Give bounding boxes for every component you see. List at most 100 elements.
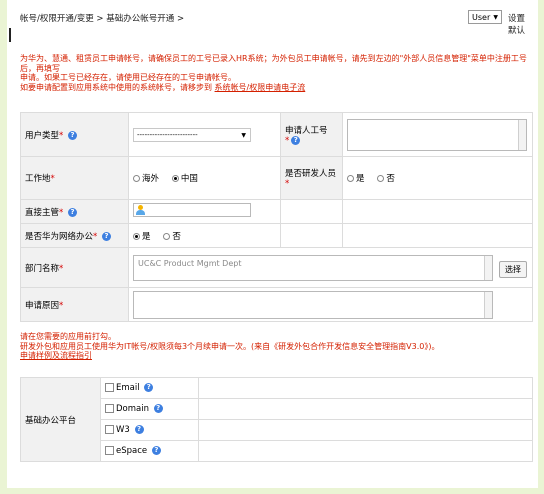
chevron-down-icon: ▼ [493,14,498,21]
applicant-cell [342,112,533,157]
checkbox[interactable] [105,383,114,392]
workplace-china-option[interactable]: 中国 [171,172,198,184]
rnd-no-label: 否 [386,174,395,184]
department-cell: UC&C Product Mgmt Dept 选择 [128,247,533,288]
select-department-button[interactable]: 选择 [499,260,527,278]
application-guide-link[interactable]: 申请样例及流程指引 [20,351,532,361]
right-frame-border [538,0,544,494]
empty-cell [198,440,533,462]
application-notice: 为华为、慧通、租赁员工申请帐号，请确保员工的工号已录入HR系统；为外包员工申请帐… [20,54,532,92]
radio-button[interactable] [163,232,171,240]
reason-label: 申请原因 [25,300,60,311]
applicant-id-scrollbar[interactable] [518,119,526,150]
empty-cell [198,419,533,441]
help-icon[interactable]: ? [101,231,111,241]
help-icon[interactable]: ? [67,207,77,217]
empty-cell [198,377,533,399]
radio-button[interactable] [377,175,385,182]
platform-label: 基础办公平台 [25,415,77,426]
remote-label: 是否华为网络办公 [25,231,94,242]
rnd-cell: 是 否 [342,156,533,200]
notice-line-3-prefix: 如要申请配置到应用系统中使用的系统帐号，请移步到 [20,82,212,92]
radio-button-checked[interactable] [133,232,140,240]
set-default-link[interactable]: 设置默认 [508,12,532,36]
checkbox[interactable] [105,404,114,413]
person-icon[interactable] [136,205,145,215]
reason-scrollbar[interactable] [484,291,492,318]
email-option[interactable]: Email ? [100,377,199,399]
checkbox[interactable] [105,446,114,455]
help-icon[interactable]: ? [134,425,144,434]
user-role-select[interactable]: User ▼ [468,10,502,24]
radio-button[interactable] [133,175,140,182]
required-mark: * [59,130,64,141]
radio-button-checked[interactable] [171,175,179,182]
help-icon[interactable]: ? [151,446,161,455]
applicant-label-cell: 申请人工号 *? [280,112,343,157]
supervisor-input[interactable] [133,203,251,217]
help-icon[interactable]: ? [67,130,77,140]
user-type-value: ------------------------ [137,130,198,139]
bottom-frame-border [0,488,544,494]
user-type-cell: ------------------------ ▼ [128,112,281,157]
notice-line-2: 申请。如果工号已经存在，请使用已经存在的工号申请帐号。 [20,73,236,82]
user-type-select[interactable]: ------------------------ ▼ [133,127,251,142]
empty-cell [198,398,533,420]
department-scrollbar[interactable] [484,255,492,280]
supervisor-label-cell: 直接主管* ? [20,199,129,224]
required-mark: * [285,179,290,189]
checkbox[interactable] [105,425,114,434]
system-account-link[interactable]: 系统帐号/权限申请电子流 [215,83,306,92]
radio-button[interactable] [347,175,354,182]
help-icon[interactable]: ? [291,135,301,145]
supervisor-cell [128,199,281,224]
domain-label: Domain [116,404,149,414]
rnd-yes-option[interactable]: 是 [347,172,365,184]
rnd-yes-label: 是 [356,174,365,184]
supervisor-label: 直接主管 [25,207,60,218]
required-mark: * [59,263,64,274]
applicant-id-input[interactable] [347,118,527,151]
help-icon[interactable]: ? [153,404,163,413]
email-label: Email [116,383,140,393]
workplace-china-label: 中国 [180,174,198,184]
platform-notes: 请在您需要的应用前打勾。 研发外包和应用员工使用华为IT帐号/权限须每3个月续申… [20,332,532,361]
empty-cell [280,223,343,248]
rnd-label: 是否研发人员 [285,169,337,179]
user-role-value: User [472,13,491,22]
w3-label: W3 [116,425,130,435]
workplace-overseas-label: 海外 [142,174,160,184]
applicant-label: 申请人工号 [285,125,328,136]
left-frame-border [0,0,7,494]
espace-label: eSpace [116,446,148,456]
workplace-label-cell: 工作地* [20,156,129,200]
notice-line-1: 为华为、慧通、租赁员工申请帐号，请确保员工的工号已录入HR系统；为外包员工申请帐… [20,54,527,73]
remote-no-option[interactable]: 否 [163,230,181,242]
workplace-overseas-option[interactable]: 海外 [133,172,159,184]
remote-yes-label: 是 [142,231,151,242]
required-mark: * [59,207,64,218]
reason-label-cell: 申请原因* [20,287,129,322]
platform-table: 基础办公平台 Email ? Domain ? W3 ? eSpace ? [20,377,533,462]
empty-cell [342,223,533,248]
remote-label-cell: 是否华为网络办公* ? [20,223,129,248]
empty-cell [280,199,343,224]
domain-option[interactable]: Domain ? [100,398,199,420]
notice-line-3: 如要申请配置到应用系统中使用的系统帐号，请移步到 系统帐号/权限申请电子流 [20,83,532,93]
remote-cell: 是 否 [128,223,281,248]
remote-no-label: 否 [172,231,181,242]
breadcrumb: 帐号/权限开通/变更 > 基础办公帐号开通 > [20,14,185,24]
espace-option[interactable]: eSpace ? [100,440,199,462]
workplace-label: 工作地 [25,174,51,184]
reason-input[interactable] [133,290,493,319]
help-icon[interactable]: ? [144,383,154,392]
remote-yes-option[interactable]: 是 [133,230,151,242]
w3-option[interactable]: W3 ? [100,419,199,441]
rnd-no-option[interactable]: 否 [377,172,395,184]
department-value: UC&C Product Mgmt Dept [138,258,242,268]
notes-line-1: 请在您需要的应用前打勾。 [20,332,116,341]
required-mark: * [50,174,55,184]
department-label: 部门名称 [25,263,60,274]
department-input[interactable]: UC&C Product Mgmt Dept [133,254,493,281]
required-mark: * [59,300,64,311]
